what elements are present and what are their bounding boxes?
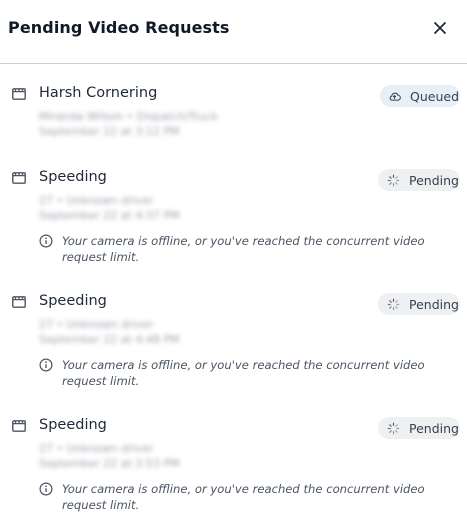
info-icon (39, 358, 53, 372)
status-label: Pending (409, 296, 459, 312)
request-title: Harsh Cornering (39, 85, 158, 101)
dialog-title: Pending Video Requests (8, 18, 230, 37)
warning-text: Your camera is offline, or you've reache… (62, 482, 425, 512)
request-timestamp: September 22 at 3:12 PM (39, 125, 180, 138)
request-detail: 27 • Unknown driver (39, 318, 154, 331)
request-item: Speeding 27 • Unknown driver September 2… (0, 416, 467, 516)
video-icon (12, 420, 26, 432)
info-icon (39, 234, 53, 248)
status-badge: Pending (378, 293, 460, 315)
request-item: Harsh Cornering Miranda Wilson • Dispatc… (0, 84, 467, 144)
warning-text: Your camera is offline, or you've reache… (62, 234, 425, 264)
spinner-icon (387, 298, 400, 310)
request-item: Speeding 27 • Unknown driver September 2… (0, 292, 467, 392)
request-title: Speeding (39, 293, 107, 309)
request-title: Speeding (39, 417, 107, 433)
status-badge: Queued (380, 85, 460, 107)
status-badge: Pending (378, 169, 460, 191)
spinner-icon (387, 422, 400, 434)
request-timestamp: September 22 at 4:37 PM (39, 209, 180, 222)
video-icon (12, 172, 26, 184)
status-label: Pending (409, 172, 459, 188)
close-icon[interactable] (430, 18, 450, 38)
request-title: Speeding (39, 169, 107, 185)
status-badge: Pending (378, 417, 460, 439)
dialog-header: Pending Video Requests (0, 0, 467, 64)
info-icon (39, 482, 53, 496)
video-icon (12, 296, 26, 308)
status-label: Queued (410, 88, 459, 104)
video-icon (12, 88, 26, 100)
request-timestamp: September 22 at 4:48 PM (39, 333, 180, 346)
status-label: Pending (409, 420, 459, 436)
request-timestamp: September 22 at 2:53 PM (39, 457, 180, 470)
spinner-icon (387, 174, 400, 186)
request-detail: Miranda Wilson • Dispatch/Truck (39, 110, 218, 123)
request-detail: 27 • Unknown driver (39, 194, 154, 207)
warning-text: Your camera is offline, or you've reache… (62, 358, 425, 388)
request-item: Speeding 27 • Unknown driver September 2… (0, 168, 467, 268)
cloud-upload-icon (389, 92, 401, 101)
request-detail: 27 • Unknown driver (39, 442, 154, 455)
